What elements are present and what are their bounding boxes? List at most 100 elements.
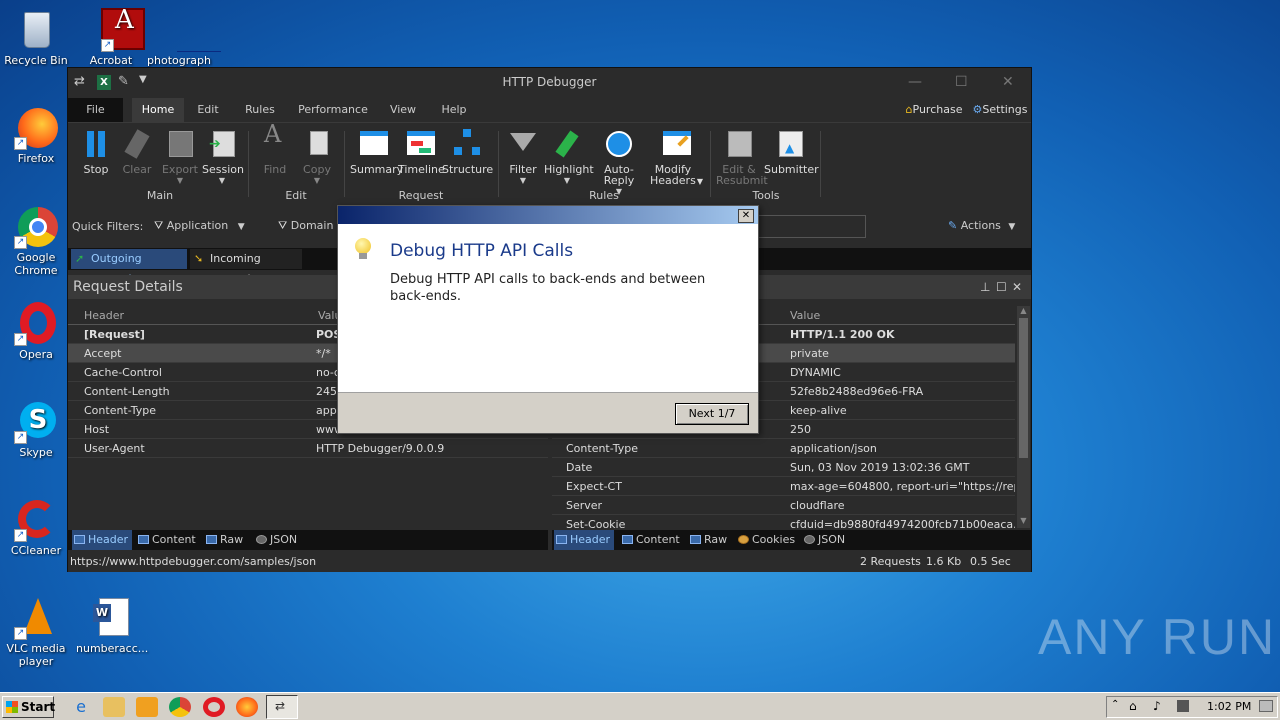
table-row[interactable]: User-Agent HTTP Debugger/9.0.0.9 [68, 439, 548, 458]
start-button[interactable]: Start [2, 696, 55, 718]
purchase-link[interactable]: ⌂Purchase [902, 98, 966, 122]
table-row[interactable]: Date Sun, 03 Nov 2019 13:02:36 GMT [552, 458, 1015, 477]
action-center-icon[interactable] [1177, 700, 1189, 712]
auto-reply-button[interactable]: Auto-Reply ▼ [590, 129, 648, 197]
next-button[interactable]: Next 1/7 [675, 403, 749, 425]
filter-plus-icon: ⛛ [154, 219, 164, 232]
tab-help[interactable]: Help [437, 98, 471, 122]
desktop-icon-ccleaner[interactable]: ↗ CCleaner [1, 498, 71, 557]
session-button[interactable]: ➔ Session ▼ [202, 129, 244, 186]
dialog-title-bar[interactable] [338, 206, 758, 224]
scroll-up-arrow[interactable]: ▲ [1017, 306, 1030, 318]
ribbon-divider [710, 131, 711, 197]
application-filter-dropdown[interactable]: ⛛ Application ▼ [154, 219, 245, 233]
highlight-button[interactable]: Highlight ▼ [544, 129, 594, 186]
tab-request-json[interactable]: JSON [254, 530, 304, 550]
clock[interactable]: 1:02 PM [1207, 700, 1251, 713]
desktop-icon-word-doc[interactable]: W numberacc... [76, 596, 148, 655]
response-scrollbar[interactable]: ▲ ▼ [1017, 306, 1030, 528]
tab-request-header[interactable]: Header [72, 530, 132, 550]
scroll-down-arrow[interactable]: ▼ [1017, 516, 1030, 528]
header-name-cell: User-Agent [84, 442, 145, 455]
timeline-button[interactable]: Timeline [398, 129, 445, 175]
actions-dropdown[interactable]: ✎ Actions ▼ [948, 219, 1015, 232]
pin-icon[interactable]: ⊥ [980, 275, 990, 299]
header-name-cell: Cache-Control [84, 366, 162, 379]
header-value-cell: DYNAMIC [790, 366, 841, 379]
desktop-icon-skype[interactable]: S ↗ Skype [1, 400, 71, 459]
search-input[interactable] [758, 215, 866, 238]
tray-expand-icon[interactable]: ⌃ [1111, 699, 1119, 710]
folder-icon[interactable] [103, 697, 125, 717]
http-debugger-taskbar-button[interactable]: ⇄ [266, 695, 298, 719]
tab-response-raw[interactable]: Raw [688, 530, 732, 550]
tab-response-content[interactable]: Content [620, 530, 682, 550]
maximize-panel-icon[interactable]: ☐ [996, 275, 1007, 299]
table-row[interactable]: Server cloudflare [552, 496, 1015, 515]
tab-response-cookies[interactable]: Cookies [736, 530, 798, 550]
ie-icon[interactable]: e [70, 697, 92, 717]
settings-link[interactable]: ⚙Settings [970, 98, 1030, 122]
modify-headers-button[interactable]: Modify Headers▼ [648, 129, 704, 187]
tab-rules[interactable]: Rules [242, 98, 278, 122]
copy-button[interactable]: Copy ▼ [298, 129, 336, 186]
table-icon [622, 535, 633, 544]
desktop-icon-recycle-bin[interactable]: Recycle Bin [1, 8, 71, 67]
tab-edit[interactable]: Edit [190, 98, 226, 122]
firefox-icon: ↗ [14, 106, 58, 150]
find-button[interactable]: A Find [256, 122, 294, 175]
desktop-icon-firefox[interactable]: ↗ Firefox [1, 106, 71, 165]
structure-button[interactable]: Structure [442, 129, 493, 175]
desktop-icon-chrome[interactable]: ↗ Google Chrome [1, 205, 71, 277]
tab-view[interactable]: View [386, 98, 420, 122]
minimize-button[interactable]: — [908, 74, 922, 90]
network-icon[interactable]: ⌂ [1129, 699, 1137, 713]
desktop-icon-photograph[interactable]: photograph [144, 8, 221, 67]
desktop-icon-label: Opera [19, 348, 53, 361]
desktop-icon-opera[interactable]: ↗ Opera [1, 302, 71, 361]
tab-outgoing-requests[interactable]: ➚ Outgoing requests [71, 249, 187, 285]
firefox-taskbar-icon[interactable] [236, 697, 258, 717]
volume-icon[interactable]: ♪ [1153, 699, 1161, 713]
export-button[interactable]: Export ▼ [160, 129, 200, 186]
desktop-icon-vlc[interactable]: ↗ VLC media player [1, 596, 71, 668]
scroll-thumb[interactable] [1019, 318, 1028, 458]
close-button[interactable]: ✕ [1002, 74, 1014, 90]
header-name-cell: Accept [84, 347, 122, 360]
chrome-taskbar-icon[interactable] [169, 697, 191, 717]
ccleaner-icon: ↗ [14, 498, 58, 542]
table-row[interactable]: Content-Type application/json [552, 439, 1015, 458]
tab-request-raw[interactable]: Raw [204, 530, 248, 550]
opera-taskbar-icon[interactable] [203, 697, 225, 717]
system-tray: ⌃ ⌂ ♪ 1:02 PM [1106, 696, 1278, 718]
tab-performance[interactable]: Performance [296, 98, 370, 122]
dialog-close-button[interactable]: ✕ [738, 209, 754, 223]
edit-resubmit-button[interactable]: Edit & Resubmit [714, 129, 768, 186]
clear-button[interactable]: Clear [118, 129, 156, 175]
desktop-icon-acrobat[interactable]: A ↗ Acrobat [76, 7, 146, 67]
tab-home[interactable]: Home [132, 98, 184, 122]
close-panel-icon[interactable]: ✕ [1012, 275, 1022, 299]
header-value-cell: 250 [790, 423, 811, 436]
header-value-cell: HTTP Debugger/9.0.0.9 [316, 442, 445, 455]
submitter-button[interactable]: ▲ Submitter [764, 129, 819, 175]
stop-button[interactable]: Stop [78, 129, 114, 175]
maximize-button[interactable]: ☐ [955, 74, 968, 90]
title-bar[interactable]: ⇄ X ✎ ▼ HTTP Debugger — ☐ ✕ [68, 68, 1031, 98]
tab-incoming-requests[interactable]: ➘ Incoming requests [190, 249, 302, 285]
tab-file[interactable]: File [68, 98, 123, 122]
summary-button[interactable]: Summary [350, 129, 403, 175]
tab-response-header[interactable]: Header [554, 530, 614, 550]
modify-headers-icon [661, 129, 691, 159]
tab-response-json[interactable]: JSON [802, 530, 852, 550]
auto-reply-icon [604, 129, 634, 159]
status-time: 0.5 Sec [970, 555, 1011, 568]
domain-filter-dropdown[interactable]: ⛛ Domain [278, 219, 333, 233]
windows-logo-icon [6, 701, 18, 713]
edit-resubmit-icon [724, 129, 754, 159]
media-player-icon[interactable] [136, 697, 158, 717]
filter-button[interactable]: Filter ▼ [504, 129, 542, 186]
tab-request-content[interactable]: Content [136, 530, 198, 550]
table-row[interactable]: Expect-CT max-age=604800, report-uri="htt… [552, 477, 1015, 496]
show-desktop-icon[interactable] [1259, 700, 1273, 712]
